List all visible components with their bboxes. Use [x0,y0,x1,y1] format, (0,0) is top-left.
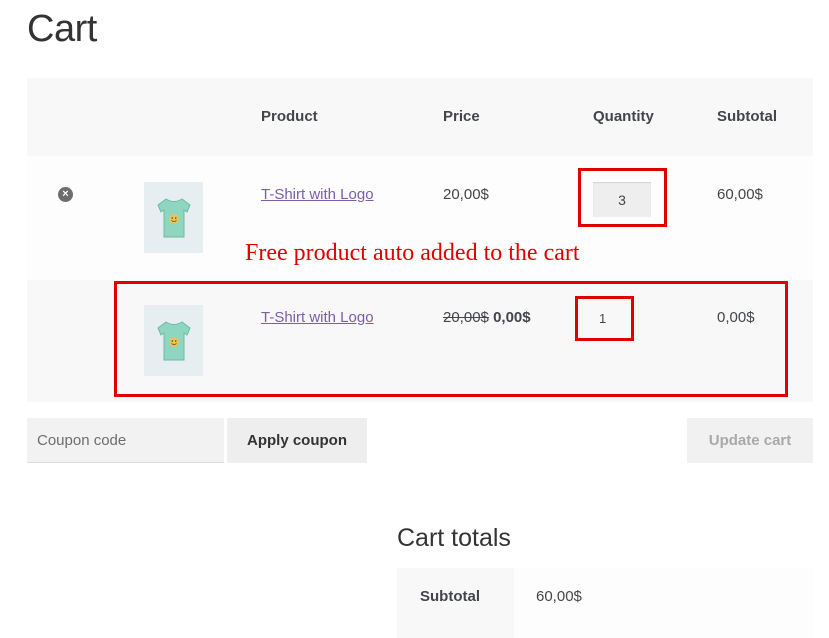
totals-label-cell: Subtotal [397,568,514,638]
update-cart-button[interactable]: Update cart [687,418,813,463]
remove-item-button[interactable]: × [58,187,73,202]
product-price: 20,00$ [443,186,489,203]
header-price: Price [443,108,480,125]
totals-subtotal-label: Subtotal [420,588,480,605]
free-product-highlight-box [114,281,788,397]
page-title: Cart [27,8,97,50]
totals-subtotal-row: Subtotal 60,00$ [397,568,813,638]
quantity-highlight-box [578,168,667,227]
annotation-text: Free product auto added to the cart [245,240,580,266]
cart-table-header: Product Price Quantity Subtotal [27,78,813,156]
header-quantity: Quantity [593,108,654,125]
item-subtotal: 60,00$ [717,186,763,203]
cart-totals-title: Cart totals [397,524,511,552]
header-product: Product [261,108,318,125]
product-thumbnail[interactable] [144,182,203,253]
product-link[interactable]: T-Shirt with Logo [261,186,374,203]
apply-coupon-button[interactable]: Apply coupon [227,418,367,463]
coupon-code-input[interactable] [27,418,224,463]
cart-page: Cart Product Price Quantity Subtotal × T… [0,0,829,638]
totals-subtotal-value: 60,00$ [536,588,582,605]
tshirt-icon [156,197,191,237]
header-subtotal: Subtotal [717,108,777,125]
